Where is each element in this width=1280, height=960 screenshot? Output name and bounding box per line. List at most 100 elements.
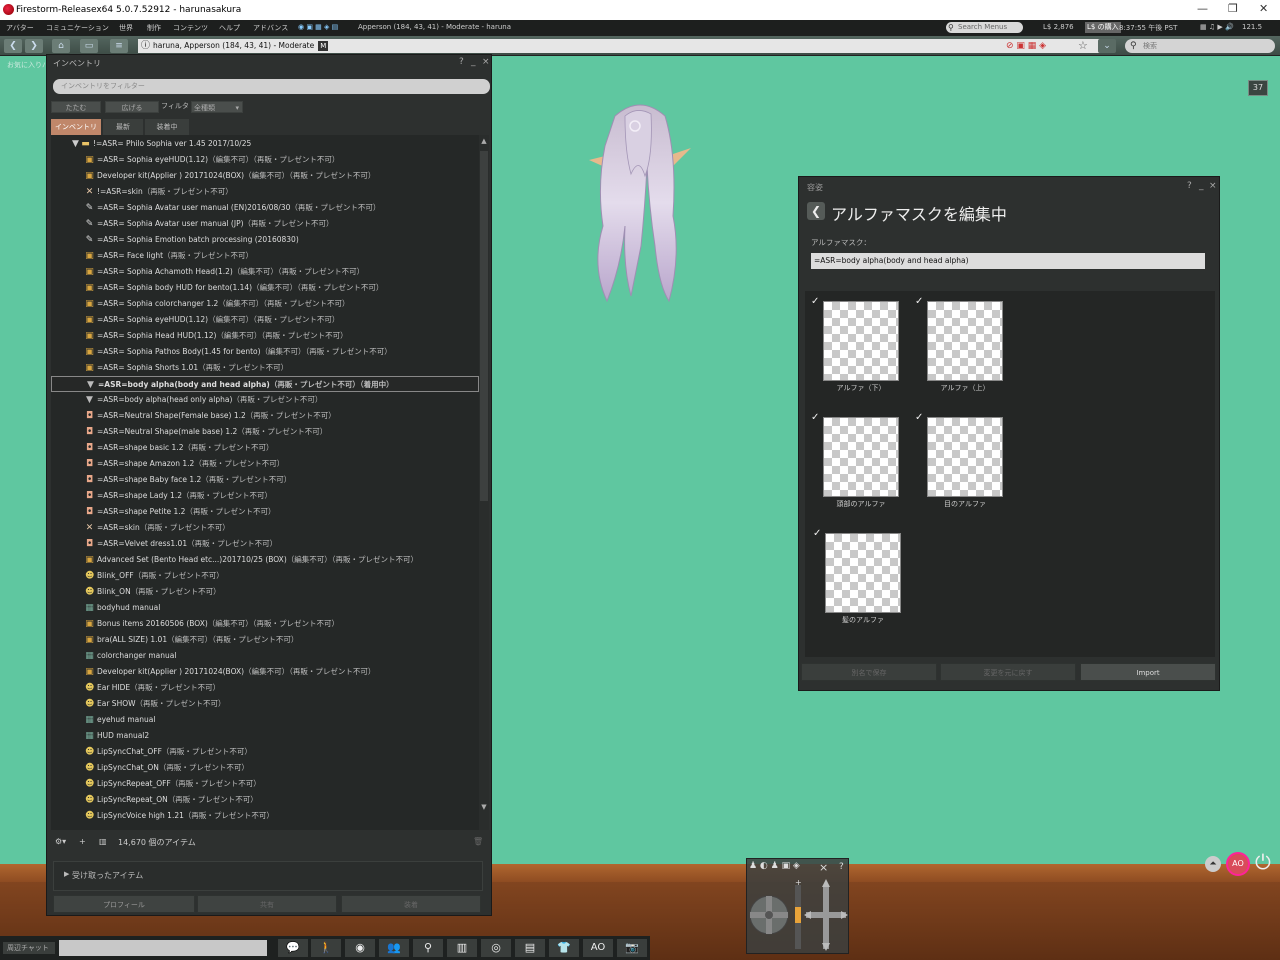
inventory-item-row[interactable]: ✕ =ASR=skin（再販・プレゼント不可）: [51, 520, 479, 536]
inventory-item-row[interactable]: ◘ =ASR=shape Petite 1.2（再販・プレゼント不可）: [51, 504, 479, 520]
inventory-item-row[interactable]: ☻ LipSyncRepeat_OFF（再販・プレゼント不可）: [51, 776, 479, 792]
tab-inventory[interactable]: インベントリ: [51, 119, 101, 135]
scroll-thumb[interactable]: [480, 151, 488, 501]
inventory-item-row[interactable]: ▣ Bonus items 20160506 (BOX)（編集不可）（再販・プレゼ…: [51, 616, 479, 632]
trash-icon[interactable]: 🗑: [473, 837, 483, 846]
expand-triangle-icon[interactable]: ▼: [71, 139, 80, 149]
scroll-up-icon[interactable]: ▲: [479, 137, 489, 149]
inventory-scrollbar[interactable]: ▲ ▼: [479, 135, 489, 830]
gear-icon[interactable]: ⚙▾: [55, 837, 66, 846]
inventory-filter-input[interactable]: インベントリをフィルター: [53, 79, 490, 94]
scene-counter-badge[interactable]: 37: [1248, 80, 1268, 96]
search-menus-input[interactable]: ⚲ Search Menus: [946, 22, 1023, 33]
menu-advanced[interactable]: アドバンス: [253, 23, 288, 33]
help-icon[interactable]: ?: [839, 862, 844, 872]
up-chevron-icon[interactable]: ⏶: [1205, 856, 1221, 872]
search-input[interactable]: ⚲ 検索: [1125, 39, 1275, 53]
inventory-item-row[interactable]: ▼ =ASR=body alpha(body and head alpha)（再販…: [51, 376, 479, 392]
alpha-upper-checkbox[interactable]: ✓: [915, 297, 925, 307]
inventory-item-row[interactable]: ▣ =ASR= Sophia eyeHUD(1.12)（編集不可）（再販・プレゼン…: [51, 152, 479, 168]
wear-button[interactable]: 装着: [341, 895, 481, 913]
inventory-item-row[interactable]: ▣ =ASR= Sophia body HUD for bento(1.14)（編…: [51, 280, 479, 296]
conversation-icon[interactable]: 💬: [278, 939, 308, 957]
menu-communication[interactable]: コミュニケーション: [46, 23, 109, 33]
ao-button[interactable]: AO: [1226, 852, 1250, 876]
alpha-eyes-texture[interactable]: [927, 417, 1003, 497]
location-input[interactable]: ⓘ haruna, Apperson (184, 43, 41) - Moder…: [138, 39, 1113, 53]
inventory-item-row[interactable]: ✎ =ASR= Sophia Avatar user manual (EN)201…: [51, 200, 479, 216]
forward-arrow-icon[interactable]: ❯: [25, 39, 43, 53]
inventory-item-row[interactable]: ✎ =ASR= Sophia Emotion batch processing (…: [51, 232, 479, 248]
inventory-item-row[interactable]: ◘ =ASR=Neutral Shape(Female base) 1.2（再販・…: [51, 408, 479, 424]
walk-icon[interactable]: 🚶: [311, 939, 341, 957]
inventory-item-row[interactable]: ☻ Ear HIDE（再販・プレゼント不可）: [51, 680, 479, 696]
map-icon[interactable]: ▥: [447, 939, 477, 957]
inventory-item-row[interactable]: ▼ =ASR=body alpha(head only alpha)（再販・プレゼ…: [51, 392, 479, 408]
alpha-mask-name-input[interactable]: =ASR=body alpha(body and head alpha): [811, 253, 1205, 269]
close-window-icon[interactable]: ✕: [1259, 2, 1268, 15]
alpha-hair-texture[interactable]: [825, 533, 901, 613]
menu-content[interactable]: コンテンツ: [173, 23, 208, 33]
minimize-window-icon[interactable]: —: [1197, 2, 1208, 15]
inventory-item-row[interactable]: ▣ =ASR= Sophia Shorts 1.01（再販・プレゼント不可）: [51, 360, 479, 376]
inventory-item-row[interactable]: ◘ =ASR=shape Amazon 1.2（再販・プレゼント不可）: [51, 456, 479, 472]
tab-recent[interactable]: 最新: [103, 119, 143, 135]
folder-row[interactable]: ▼ ▬ !=ASR= Philo Sophia ver 1.45 2017/10…: [51, 136, 479, 152]
inventory-header[interactable]: インベントリ ? _ ×: [47, 55, 491, 71]
alpha-upper-texture[interactable]: [927, 301, 1003, 381]
inventory-item-row[interactable]: ✎ =ASR= Sophia Avatar user manual (JP)（再販…: [51, 216, 479, 232]
back-arrow-icon[interactable]: ❮: [807, 202, 825, 220]
restore-window-icon[interactable]: ❐: [1228, 2, 1238, 15]
alpha-eyes-checkbox[interactable]: ✓: [915, 413, 925, 423]
inventory-item-row[interactable]: ◘ =ASR=shape Lady 1.2（再販・プレゼント不可）: [51, 488, 479, 504]
share-button[interactable]: 共有: [197, 895, 337, 913]
profile-button[interactable]: プロフィール: [53, 895, 195, 913]
chat-input[interactable]: [59, 940, 267, 956]
info-icon[interactable]: ⓘ: [141, 39, 150, 53]
media-icons[interactable]: ▦ ♫ ▶ 🔊: [1200, 23, 1234, 31]
appearance-icon[interactable]: 👕: [549, 939, 579, 957]
add-icon[interactable]: +: [79, 837, 86, 846]
scroll-down-icon[interactable]: ▼: [479, 803, 489, 815]
inventory-item-row[interactable]: ☻ LipSyncVoice high 1.21（再販・プレゼント不可）: [51, 808, 479, 824]
status-icons[interactable]: ◉ ▣ ▦ ◈ ▤: [298, 23, 338, 31]
close-icon[interactable]: ×: [1209, 181, 1217, 191]
inventory-item-row[interactable]: ▣ =ASR= Sophia Head HUD(1.12)（編集不可）（再販・プレ…: [51, 328, 479, 344]
received-items-section[interactable]: ▶ 受け取ったアイテム: [53, 861, 483, 891]
balance-display[interactable]: L$ 2,876: [1043, 23, 1074, 31]
import-button[interactable]: Import: [1080, 663, 1216, 681]
parcel-flags-icons[interactable]: ⊘ ▣ ▦ ◈: [1006, 39, 1046, 53]
camera-preset-icons[interactable]: ♟ ◐ ♟ ▣ ◈: [749, 861, 800, 871]
nearby-chat-button[interactable]: 周辺チャット: [3, 942, 55, 954]
inventory-item-row[interactable]: ▣ bra(ALL SIZE) 1.01（編集不可）（再販・プレゼント不可）: [51, 632, 479, 648]
search-icon[interactable]: ⚲: [413, 939, 443, 957]
inventory-item-row[interactable]: ▣ Developer kit(Applier ) 20171024(BOX)（編…: [51, 168, 479, 184]
inventory-item-row[interactable]: ▣ =ASR= Face light（再販・プレゼント不可）: [51, 248, 479, 264]
tab-worn[interactable]: 装着中: [145, 119, 189, 135]
expand-button[interactable]: 広げる: [105, 101, 159, 113]
buy-currency-button[interactable]: L$ の購入: [1085, 22, 1121, 33]
help-icon[interactable]: ?: [1187, 181, 1192, 191]
inventory-item-row[interactable]: ☻ Blink_OFF（再販・プレゼント不可）: [51, 568, 479, 584]
back-arrow-icon[interactable]: ❮: [4, 39, 22, 53]
inventory-item-row[interactable]: ▣ =ASR= Sophia Achamoth Head(1.2)（編集不可）（再…: [51, 264, 479, 280]
alpha-head-checkbox[interactable]: ✓: [811, 413, 821, 423]
menu-world[interactable]: 世界: [119, 23, 133, 33]
inventory-item-row[interactable]: ◘ =ASR=Velvet dress1.01（再販・プレゼント不可）: [51, 536, 479, 552]
inventory-item-row[interactable]: ▣ =ASR= Sophia eyeHUD(1.12)（編集不可）（再販・プレゼン…: [51, 312, 479, 328]
minimize-icon[interactable]: _: [1199, 181, 1204, 191]
location-dropdown-icon[interactable]: ⌄: [1098, 39, 1116, 53]
minimize-icon[interactable]: _: [471, 57, 476, 67]
inventory-item-row[interactable]: ☻ LipSyncChat_ON（再販・プレゼント不可）: [51, 760, 479, 776]
revert-button[interactable]: 変更を元に戻す: [940, 663, 1076, 681]
inventory-item-row[interactable]: ✕ !=ASR=skin（再販・プレゼント不可）: [51, 184, 479, 200]
inventory-item-row[interactable]: ▣ =ASR= Sophia Pathos Body(1.45 for bento…: [51, 344, 479, 360]
minimap-icon[interactable]: ◎: [481, 939, 511, 957]
alpha-head-texture[interactable]: [823, 417, 899, 497]
close-icon[interactable]: ×: [482, 57, 490, 67]
inventory-item-row[interactable]: ☻ Ear SHOW（再販・プレゼント不可）: [51, 696, 479, 712]
save-as-button[interactable]: 別名で保存: [801, 663, 937, 681]
inventory-item-row[interactable]: ▣ Developer kit(Applier ) 20171024(BOX)（編…: [51, 664, 479, 680]
inventory-item-row[interactable]: ☻ Blink_ON（再販・プレゼント不可）: [51, 584, 479, 600]
inventory-item-row[interactable]: ▣ Advanced Set (Bento Head etc...)201710/…: [51, 552, 479, 568]
